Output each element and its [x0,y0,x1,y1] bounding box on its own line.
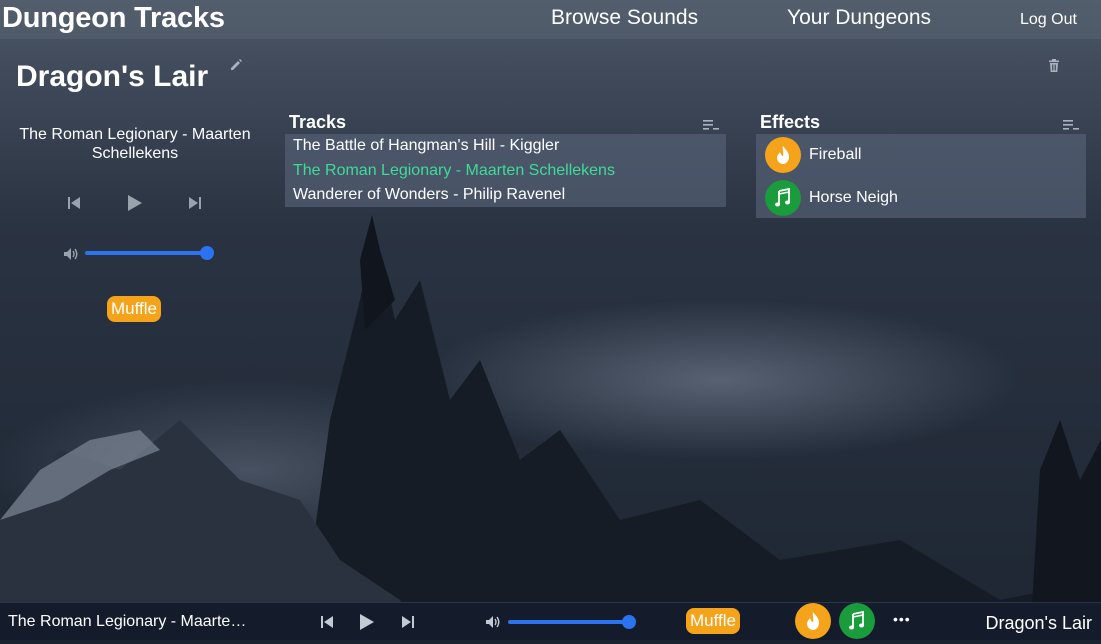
more-options-icon[interactable]: ••• [893,611,911,627]
track-item-active[interactable]: The Roman Legionary - Maarten Schelleken… [293,162,615,180]
volume-slider-handle[interactable] [200,246,214,260]
tracks-heading: Tracks [289,112,347,132]
volume-icon [485,615,501,634]
effect-label: Horse Neigh [809,189,898,206]
bottom-dungeon-name: Dragon's Lair [985,613,1093,633]
previous-icon[interactable] [67,196,81,215]
track-item[interactable]: The Battle of Hangman's Hill - Kiggler [293,137,559,155]
flame-icon[interactable] [765,137,801,173]
effect-label: Fireball [809,146,862,163]
queue-list-icon[interactable] [703,117,719,135]
effects-heading: Effects [760,112,821,132]
trash-icon[interactable] [1048,59,1060,78]
previous-icon[interactable] [320,615,334,634]
volume-slider[interactable] [508,620,629,624]
next-icon[interactable] [188,196,202,215]
bottom-now-playing: The Roman Legionary - Maarten Schelleken… [8,613,253,630]
now-playing-panel: The Roman Legionary - Maarten Schelleken… [0,125,270,163]
top-navbar: Dungeon Tracks Browse Sounds Your Dungeo… [0,0,1101,39]
volume-slider-handle[interactable] [622,615,636,629]
muffle-button[interactable]: Muffle [107,296,161,322]
track-item[interactable]: Wanderer of Wonders - Philip Ravenel [293,186,565,204]
nav-browse-sounds[interactable]: Browse Sounds [551,5,698,31]
pencil-icon[interactable] [229,58,243,77]
effect-item-horse-neigh[interactable]: Horse Neigh [765,180,1065,216]
bottom-player-bar: The Roman Legionary - Maarten Schelleken… [0,602,1101,640]
effects-list: Fireball Horse Neigh [756,134,1086,218]
now-playing-title: The Roman Legionary - Maarten Schelleken… [19,126,251,162]
effect-item-fireball[interactable]: Fireball [765,137,1065,173]
play-icon[interactable] [127,194,143,217]
background-image [0,0,1101,639]
logout-link[interactable]: Log Out [1020,11,1077,29]
dungeon-title: Dragon's Lair [16,60,209,93]
nav-your-dungeons[interactable]: Your Dungeons [787,5,931,31]
tracks-list: The Battle of Hangman's Hill - Kiggler T… [285,134,726,207]
muffle-button[interactable]: Muffle [686,608,740,634]
play-icon[interactable] [359,613,375,636]
brand-logo[interactable]: Dungeon Tracks [2,0,225,36]
next-icon[interactable] [401,615,415,634]
music-note-icon[interactable] [839,603,875,639]
music-note-icon[interactable] [765,180,801,216]
effects-list-icon[interactable] [1063,117,1079,135]
flame-icon[interactable] [795,603,831,639]
volume-icon [63,247,79,266]
volume-slider[interactable] [85,251,207,255]
